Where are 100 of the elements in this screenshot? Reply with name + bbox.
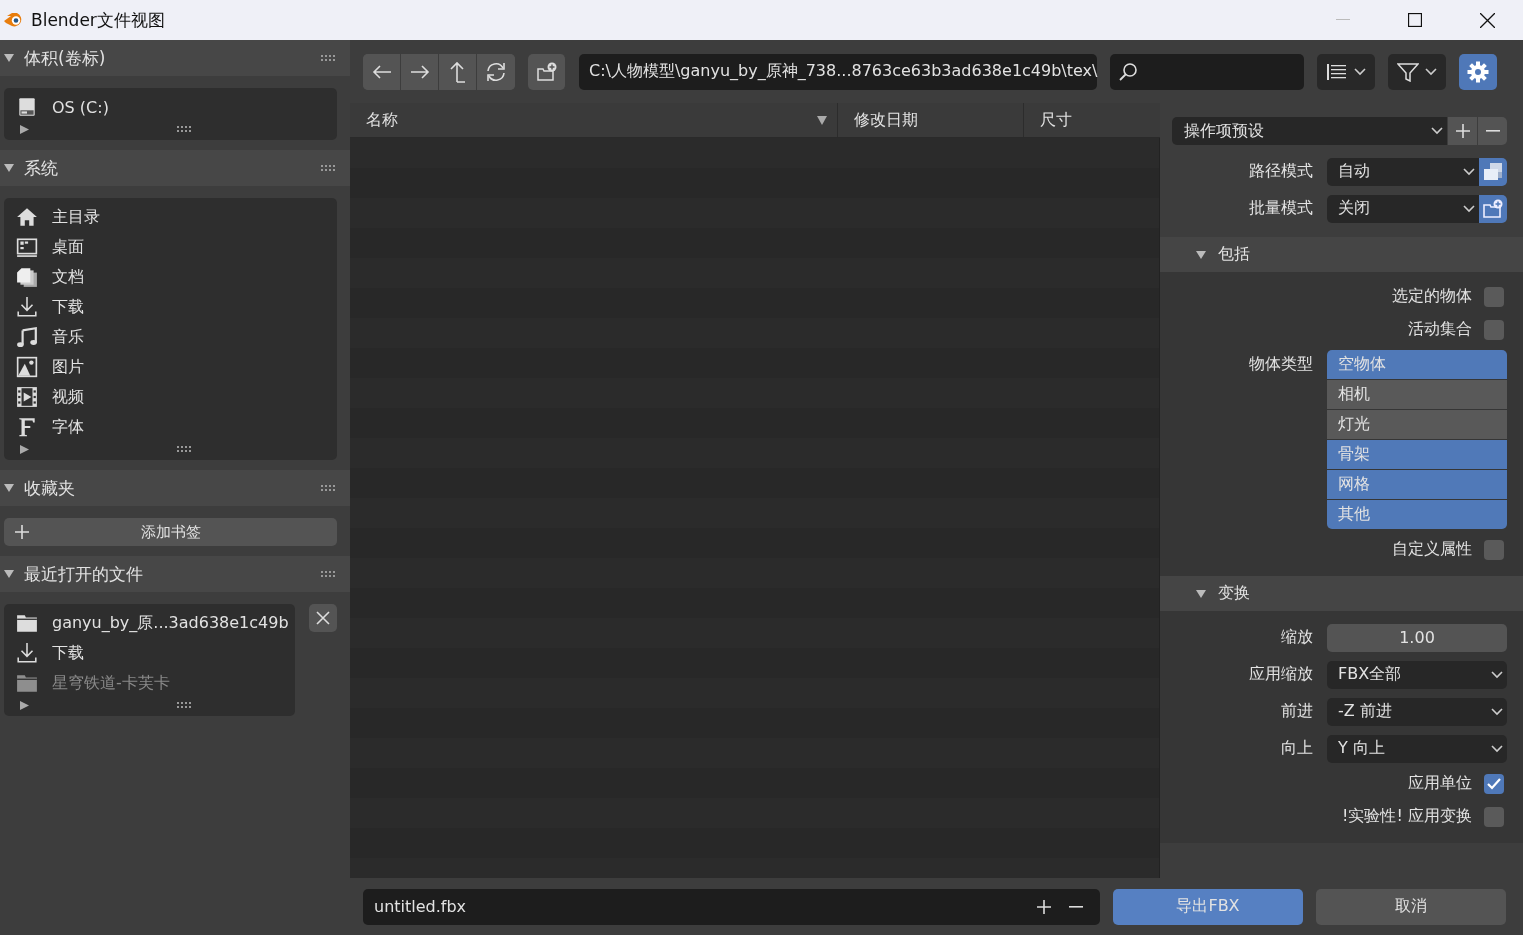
checkbox[interactable]	[1484, 539, 1504, 560]
panel-header[interactable]: 系统	[0, 150, 350, 186]
folder-icon	[16, 672, 38, 694]
grip-icon[interactable]	[321, 55, 336, 61]
property-label: 缩放	[1280, 627, 1314, 648]
grip-icon[interactable]	[321, 165, 336, 171]
remove-preset-button[interactable]	[1477, 117, 1507, 145]
add-bookmark-button[interactable]: 添加书签	[4, 518, 337, 546]
expand-arrow-icon[interactable]	[20, 700, 29, 710]
dropdown[interactable]: 关闭	[1327, 194, 1479, 223]
sidebar-item[interactable]: 桌面	[4, 232, 337, 262]
toggle-button[interactable]	[1479, 157, 1507, 186]
grip-icon[interactable]	[177, 702, 192, 708]
checkbox[interactable]	[1484, 286, 1504, 307]
sidebar-item[interactable]: 下载	[4, 638, 295, 668]
collapse-triangle-icon[interactable]	[4, 163, 14, 173]
checkbox[interactable]	[1484, 773, 1504, 794]
new-folder-button[interactable]	[528, 53, 566, 90]
checkbox[interactable]	[1484, 806, 1504, 827]
dropdown[interactable]: FBX全部	[1327, 660, 1507, 689]
toggle-option[interactable]: 骨架	[1327, 440, 1507, 469]
refresh-icon	[485, 60, 507, 83]
checkbox-label: 选定的物体	[1392, 286, 1472, 307]
toggle-button[interactable]	[1479, 194, 1507, 223]
collapse-triangle-icon[interactable]	[4, 569, 14, 579]
sidebar-item[interactable]: 字体	[4, 412, 337, 442]
panel-header[interactable]: 最近打开的文件	[0, 556, 350, 592]
section-title: 变换	[1218, 583, 1250, 604]
cancel-button[interactable]: 取消	[1316, 888, 1506, 925]
expand-arrow-icon[interactable]	[20, 444, 29, 454]
collapse-triangle-icon[interactable]	[1196, 249, 1206, 260]
search-field[interactable]	[1110, 53, 1304, 90]
image-icon	[16, 356, 38, 378]
sidebar-item-label: 下载	[52, 296, 84, 318]
property-label: 路径模式	[1248, 161, 1314, 182]
filter-dropdown[interactable]	[1388, 53, 1446, 90]
folder-icon	[16, 612, 38, 634]
sidebar-item[interactable]: ganyu_by_原...3ad638e1c49b	[4, 608, 295, 638]
close-icon	[316, 611, 330, 625]
settings-button[interactable]	[1459, 53, 1497, 90]
toggle-option[interactable]: 相机	[1327, 380, 1507, 409]
section-header[interactable]: 变换	[1160, 576, 1523, 611]
sidebar-item[interactable]: 主目录	[4, 202, 337, 232]
chevron-down-icon	[1463, 167, 1475, 176]
filename-field[interactable]: untitled.fbx	[363, 888, 1100, 925]
path-field[interactable]: C:\人物模型\ganyu_by_原神_738...8763ce63b3ad638e1c49b\tex\	[579, 53, 1097, 90]
expand-arrow-icon[interactable]	[20, 124, 29, 134]
dropdown[interactable]: Y 向上	[1327, 734, 1507, 763]
minus-icon	[1485, 130, 1500, 132]
toggle-option[interactable]: 灯光	[1327, 410, 1507, 439]
sidebar-item[interactable]: 音乐	[4, 322, 337, 352]
collapse-triangle-icon[interactable]	[1196, 588, 1206, 599]
section-header[interactable]: 包括	[1160, 237, 1523, 272]
dropdown[interactable]: -Z 前进	[1327, 697, 1507, 726]
close-icon	[1479, 12, 1495, 28]
panel-header[interactable]: 收藏夹	[0, 470, 350, 506]
plus-icon	[1454, 123, 1471, 139]
sidebar-item-label: 桌面	[52, 236, 84, 258]
settings-icon	[1467, 60, 1489, 83]
panel-header[interactable]: 体积(卷标)	[0, 40, 350, 76]
maximize-icon	[1408, 13, 1422, 27]
sidebar-item[interactable]: 视频	[4, 382, 337, 412]
close-button[interactable]	[309, 604, 337, 632]
sidebar-item-label: ganyu_by_原...3ad638e1c49b	[52, 612, 289, 634]
sidebar-item-label: 下载	[52, 642, 84, 664]
grip-icon[interactable]	[321, 485, 336, 491]
column-header[interactable]: 名称	[350, 103, 838, 137]
chevron-down-icon	[1491, 670, 1503, 679]
sidebar-item[interactable]: 图片	[4, 352, 337, 382]
property-label: 应用缩放	[1248, 664, 1314, 685]
number-field[interactable]: 1.00	[1327, 623, 1507, 652]
column-header[interactable]: 尺寸	[1024, 103, 1160, 137]
minimize-icon	[1336, 19, 1350, 21]
add-preset-button[interactable]	[1447, 117, 1477, 145]
collapse-triangle-icon[interactable]	[4, 483, 14, 493]
property-label: 向上	[1280, 738, 1314, 759]
display-mode-dropdown[interactable]	[1317, 53, 1375, 90]
grip-icon[interactable]	[177, 446, 192, 452]
sort-arrow-icon[interactable]	[817, 115, 827, 125]
plus-icon	[14, 524, 30, 540]
sidebar-item[interactable]: 文档	[4, 262, 337, 292]
collapse-triangle-icon[interactable]	[4, 53, 14, 63]
column-header[interactable]: 修改日期	[838, 103, 1024, 137]
new-folder-icon	[535, 61, 558, 82]
checkbox[interactable]	[1484, 319, 1504, 340]
back-button[interactable]	[363, 53, 401, 90]
sidebar-item-label: 音乐	[52, 326, 84, 348]
panel-title: 体积(卷标)	[24, 46, 107, 70]
plus-icon	[1036, 898, 1052, 915]
checkbox-label: !实验性! 应用变换	[1342, 806, 1472, 827]
sidebar-item[interactable]: 下载	[4, 292, 337, 322]
preset-dropdown[interactable]: 操作项预设	[1172, 117, 1447, 145]
music-note-icon	[16, 326, 38, 348]
desktop-icon	[16, 236, 38, 258]
grip-icon[interactable]	[177, 126, 192, 132]
grip-icon[interactable]	[321, 571, 336, 577]
chevron-down-icon	[1491, 744, 1503, 753]
dropdown[interactable]: 自动	[1327, 157, 1479, 186]
sidebar-item-label: 图片	[52, 356, 84, 378]
sidebar-item-label: 字体	[52, 416, 84, 438]
